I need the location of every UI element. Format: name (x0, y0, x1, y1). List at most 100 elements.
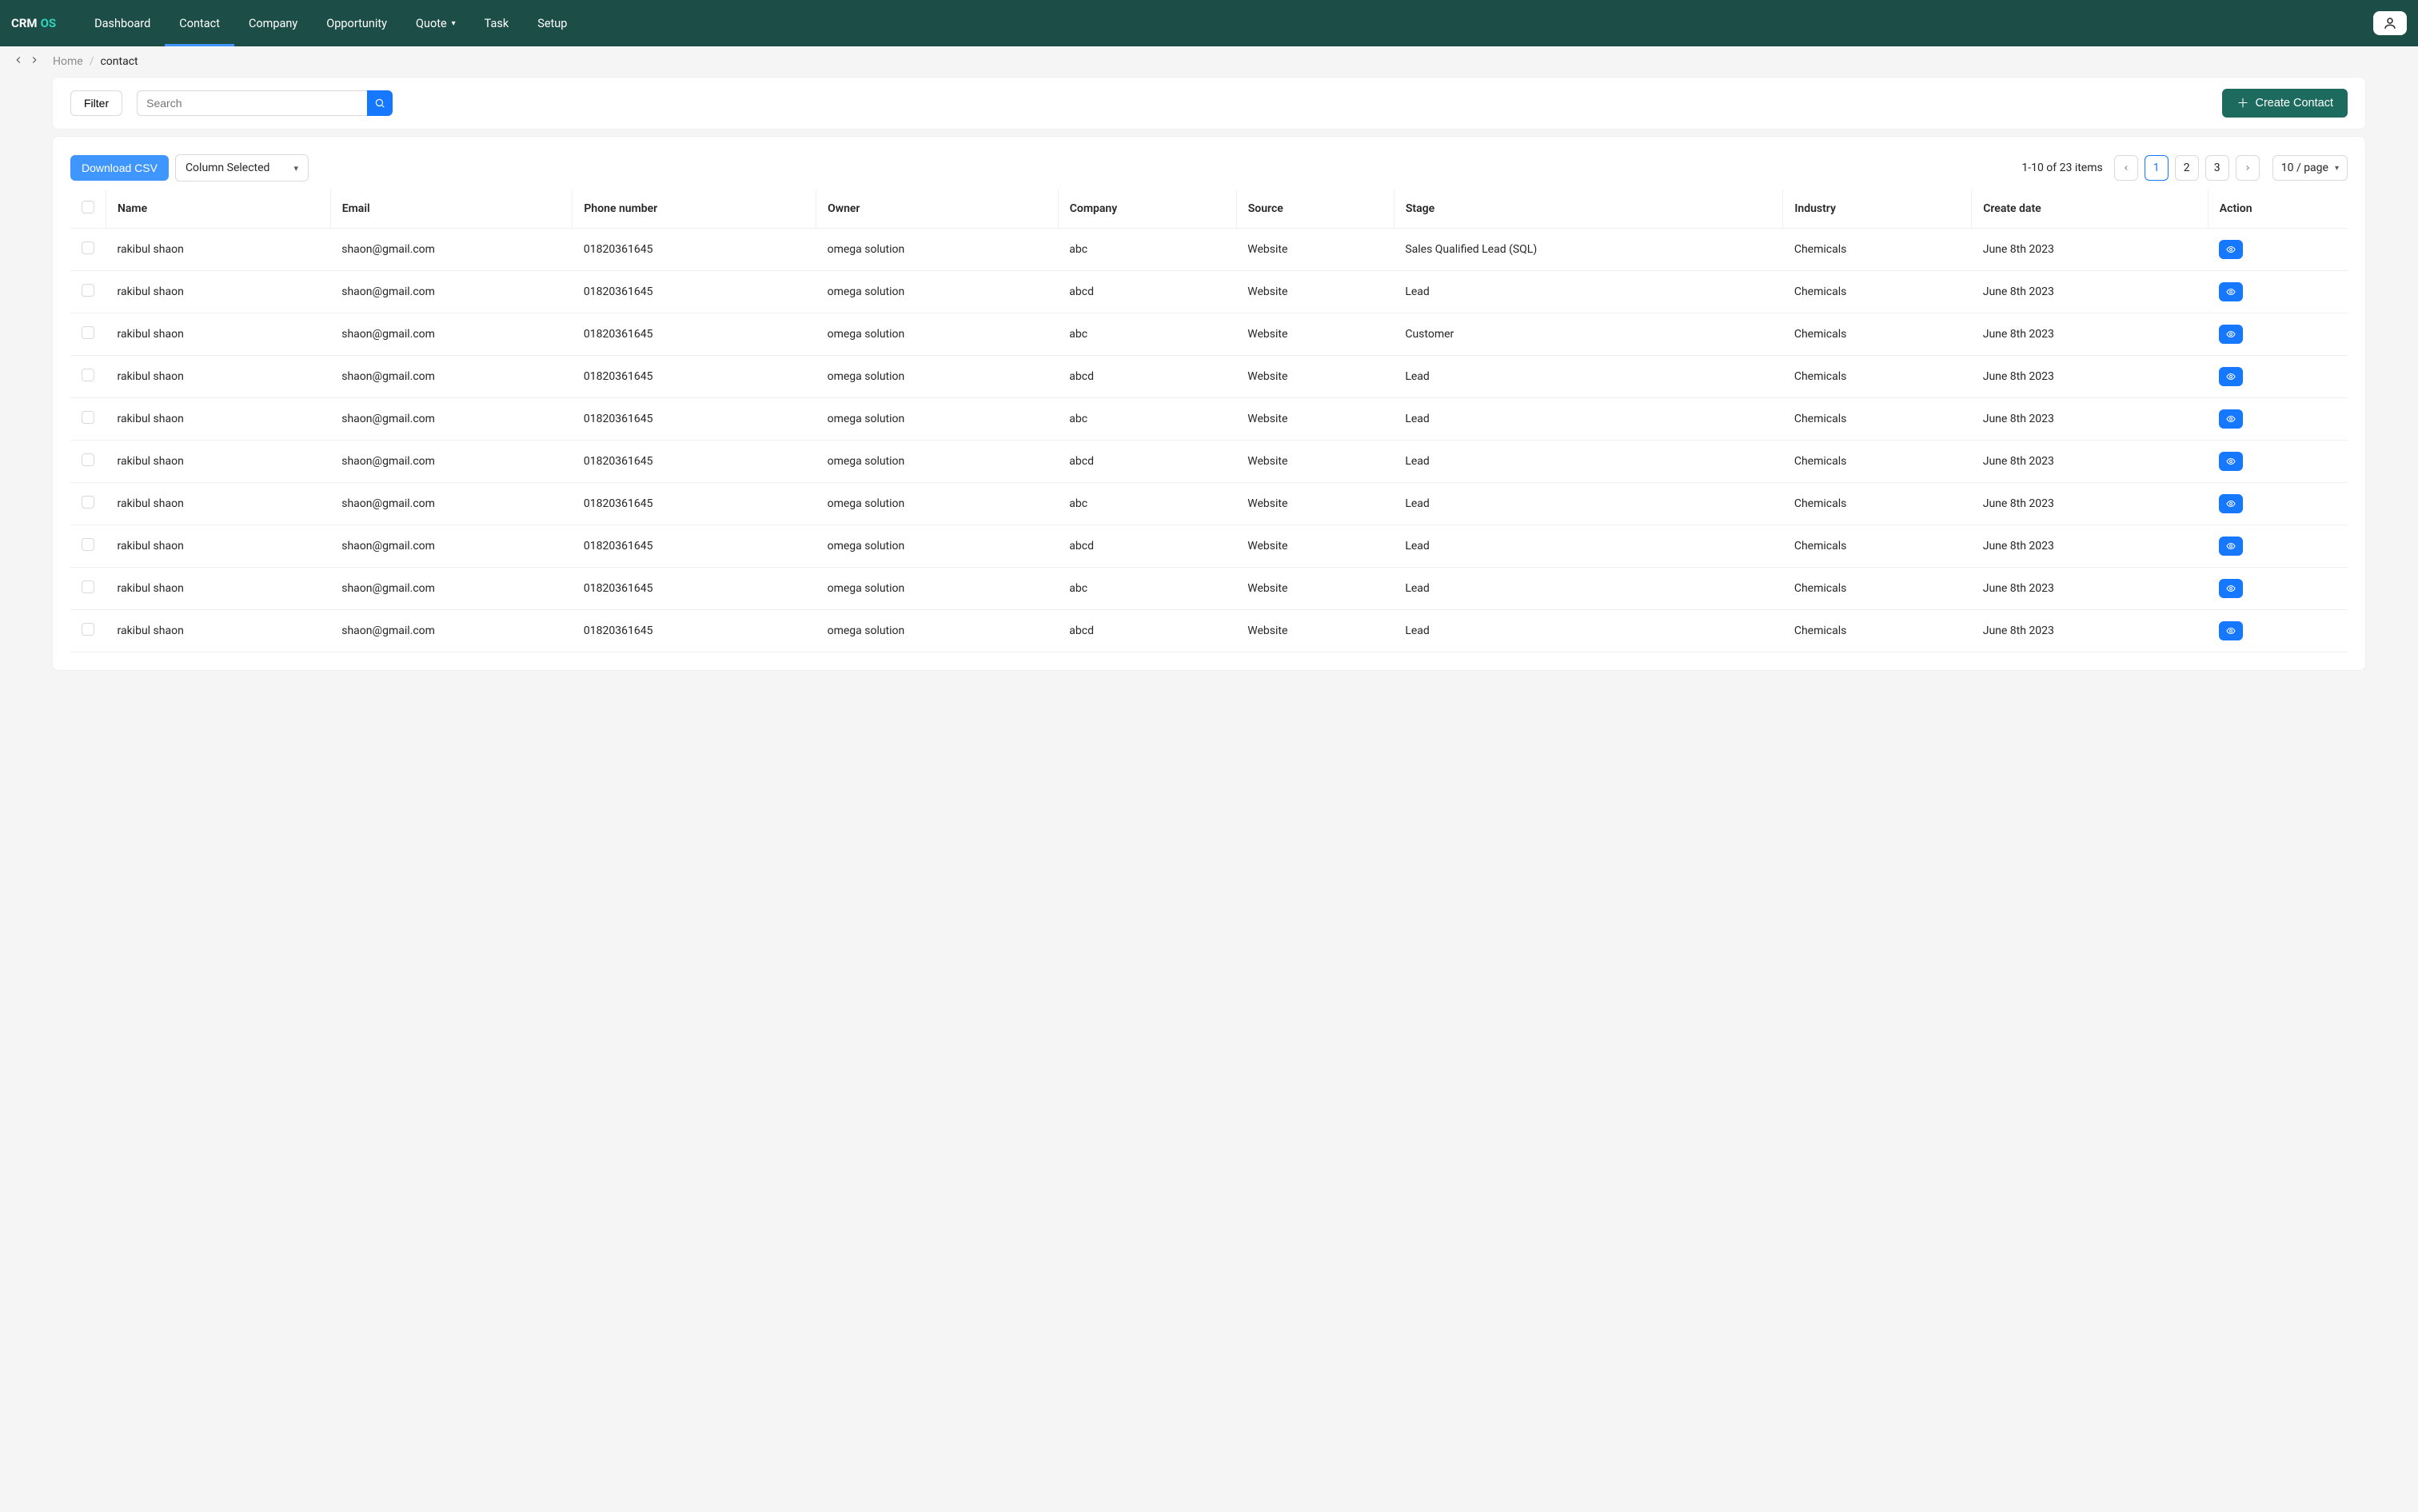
brand-logo[interactable]: CRM OS (11, 16, 56, 30)
cell-date: June 8th 2023 (1972, 271, 2209, 313)
cell-date: June 8th 2023 (1972, 525, 2209, 568)
pagination-page-3[interactable]: 3 (2205, 155, 2229, 181)
breadcrumb-home[interactable]: Home (53, 55, 83, 68)
eye-icon (2224, 584, 2237, 593)
view-button[interactable] (2219, 325, 2243, 344)
col-header-create-date[interactable]: Create date (1972, 189, 2209, 229)
pagination-summary: 1-10 of 23 items (2021, 162, 2102, 174)
cell-stage: Lead (1394, 356, 1783, 398)
chevron-right-icon (2244, 164, 2252, 172)
brand-crm: CRM (11, 16, 38, 30)
search-input[interactable] (137, 90, 367, 116)
create-contact-label: Create Contact (2255, 97, 2333, 110)
row-checkbox[interactable] (82, 241, 94, 254)
row-checkbox[interactable] (82, 496, 94, 509)
search-button[interactable] (367, 90, 393, 116)
cell-date: June 8th 2023 (1972, 568, 2209, 610)
col-header-name[interactable]: Name (106, 189, 331, 229)
cell-company: abc (1058, 483, 1236, 525)
nav-label: Dashboard (94, 17, 150, 30)
pagination-next[interactable] (2236, 155, 2260, 181)
row-checkbox[interactable] (82, 369, 94, 381)
pagination: 123 10 / page ▾ (2114, 155, 2348, 181)
view-button[interactable] (2219, 240, 2243, 259)
cell-source: Website (1236, 441, 1394, 483)
col-header-owner[interactable]: Owner (816, 189, 1059, 229)
page-size-selector[interactable]: 10 / page ▾ (2272, 155, 2348, 181)
cell-company: abc (1058, 229, 1236, 271)
nav-contact[interactable]: Contact (165, 0, 234, 46)
view-button[interactable] (2219, 621, 2243, 640)
nav-opportunity[interactable]: Opportunity (312, 0, 401, 46)
user-menu-button[interactable] (2373, 11, 2407, 35)
cell-phone: 01820361645 (573, 356, 816, 398)
col-header-source[interactable]: Source (1236, 189, 1394, 229)
col-header-action[interactable]: Action (2208, 189, 2348, 229)
cell-email: shaon@gmail.com (330, 398, 573, 441)
col-header-company[interactable]: Company (1058, 189, 1236, 229)
view-button[interactable] (2219, 367, 2243, 386)
row-checkbox[interactable] (82, 284, 94, 297)
view-button[interactable] (2219, 452, 2243, 471)
cell-email: shaon@gmail.com (330, 271, 573, 313)
row-checkbox[interactable] (82, 623, 94, 636)
select-all-checkbox[interactable] (82, 201, 94, 213)
cell-name: rakibul shaon (106, 398, 331, 441)
nav-label: Setup (537, 17, 567, 30)
nav-forward-button[interactable] (29, 54, 40, 69)
cell-owner: omega solution (816, 483, 1059, 525)
nav-quote[interactable]: Quote▾ (401, 0, 470, 46)
view-button[interactable] (2219, 494, 2243, 513)
col-header-industry[interactable]: Industry (1783, 189, 1972, 229)
view-button[interactable] (2219, 537, 2243, 556)
column-selector[interactable]: Column Selected ▾ (175, 154, 309, 182)
table-row: rakibul shaonshaon@gmail.com01820361645o… (70, 313, 2348, 356)
cell-industry: Chemicals (1783, 483, 1972, 525)
filter-button[interactable]: Filter (70, 90, 122, 116)
cell-source: Website (1236, 610, 1394, 652)
page-size-label: 10 / page (2281, 162, 2328, 174)
table-row: rakibul shaonshaon@gmail.com01820361645o… (70, 568, 2348, 610)
pagination-page-2[interactable]: 2 (2175, 155, 2199, 181)
eye-icon (2224, 541, 2237, 551)
row-checkbox[interactable] (82, 538, 94, 551)
pagination-prev[interactable] (2114, 155, 2138, 181)
row-checkbox[interactable] (82, 453, 94, 466)
cell-industry: Chemicals (1783, 441, 1972, 483)
cell-phone: 01820361645 (573, 271, 816, 313)
table-row: rakibul shaonshaon@gmail.com01820361645o… (70, 356, 2348, 398)
cell-date: June 8th 2023 (1972, 441, 2209, 483)
pagination-page-1[interactable]: 1 (2145, 155, 2169, 181)
row-checkbox[interactable] (82, 580, 94, 593)
cell-stage: Lead (1394, 525, 1783, 568)
breadcrumb-bar: Home / contact (0, 46, 2418, 77)
view-button[interactable] (2219, 579, 2243, 598)
row-checkbox[interactable] (82, 326, 94, 339)
nav-back-button[interactable] (13, 54, 24, 69)
cell-name: rakibul shaon (106, 441, 331, 483)
col-header-stage[interactable]: Stage (1394, 189, 1783, 229)
table-card: Download CSV Column Selected ▾ 1-10 of 2… (52, 136, 2366, 671)
nav-label: Opportunity (326, 17, 387, 30)
row-checkbox[interactable] (82, 411, 94, 424)
cell-stage: Lead (1394, 483, 1783, 525)
cell-phone: 01820361645 (573, 441, 816, 483)
cell-source: Website (1236, 229, 1394, 271)
nav-task[interactable]: Task (470, 0, 524, 46)
cell-company: abc (1058, 313, 1236, 356)
nav-setup[interactable]: Setup (523, 0, 581, 46)
view-button[interactable] (2219, 409, 2243, 429)
cell-name: rakibul shaon (106, 356, 331, 398)
nav-company[interactable]: Company (234, 0, 312, 46)
col-header-phone-number[interactable]: Phone number (573, 189, 816, 229)
plus-icon: ＋ (2236, 98, 2248, 110)
view-button[interactable] (2219, 282, 2243, 301)
nav-dashboard[interactable]: Dashboard (80, 0, 165, 46)
cell-industry: Chemicals (1783, 525, 1972, 568)
col-header-email[interactable]: Email (330, 189, 573, 229)
download-csv-button[interactable]: Download CSV (70, 155, 169, 181)
cell-company: abcd (1058, 525, 1236, 568)
cell-owner: omega solution (816, 398, 1059, 441)
cell-source: Website (1236, 525, 1394, 568)
create-contact-button[interactable]: ＋ Create Contact (2222, 89, 2348, 118)
